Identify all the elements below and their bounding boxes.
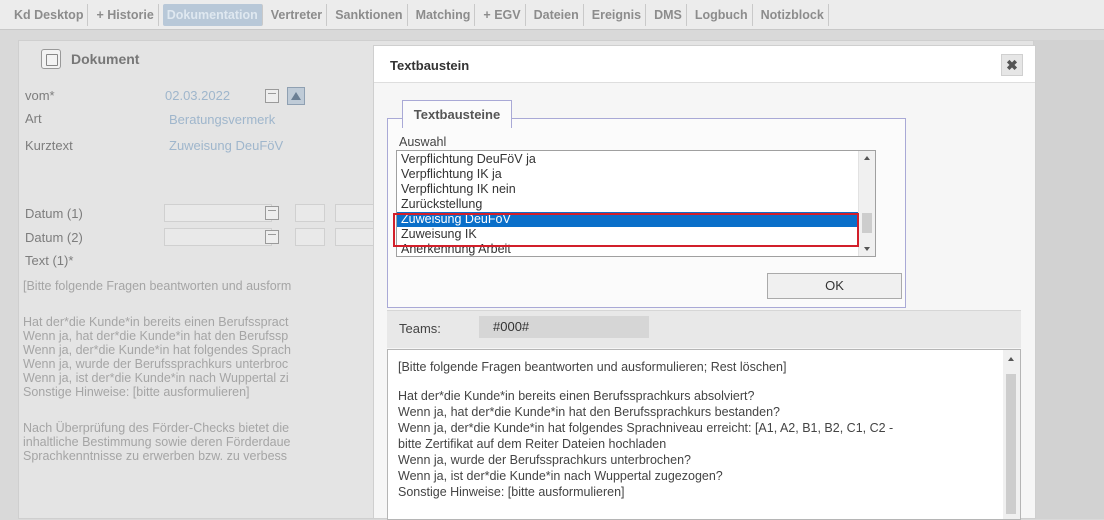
preview-line: bitte Zertifikat auf dem Reiter Dateien … <box>398 437 667 451</box>
tab-dms[interactable]: DMS <box>650 3 687 26</box>
preview-line: Wenn ja, ist der*die Kunde*in nach Wuppe… <box>398 469 723 483</box>
calendar-icon[interactable] <box>265 230 279 244</box>
preview-line: Wenn ja, hat der*die Kunde*in hat den Be… <box>398 405 780 419</box>
main-tab-bar: Kd Desktop + Historie Dokumentation Vert… <box>0 0 1104 30</box>
auswahl-label: Auswahl <box>399 135 447 149</box>
document-text-line: inhaltliche Bestimmung sowie deren Förde… <box>23 435 291 449</box>
document-text-line: Sprachkenntnisse zu erwerben bzw. zu ver… <box>23 449 288 463</box>
scroll-down-icon[interactable] <box>864 247 870 251</box>
preview-textarea[interactable]: [Bitte folgende Fragen beantworten und a… <box>387 349 1021 520</box>
document-text-line: Wenn ja, der*die Kunde*in hat folgendes … <box>23 343 292 357</box>
close-button[interactable]: ✖ <box>1001 54 1023 76</box>
kurztext-label: Kurztext <box>25 138 73 153</box>
vom-label: vom* <box>25 88 55 103</box>
tab-egv[interactable]: + EGV <box>479 3 526 26</box>
ok-button[interactable]: OK <box>767 273 902 299</box>
scrollbar-thumb[interactable] <box>862 213 872 233</box>
listbox-scrollbar[interactable] <box>858 151 875 256</box>
datum2-extra-field[interactable] <box>335 228 375 246</box>
datum1-time-field[interactable] <box>295 204 325 222</box>
preview-line: Sonstige Hinweise: [bitte ausformulieren… <box>398 485 625 499</box>
scroll-up-icon[interactable] <box>864 156 870 160</box>
scrollbar-thumb[interactable] <box>1006 374 1016 514</box>
datum2-field[interactable] <box>164 228 272 246</box>
document-header: Dokument <box>41 44 191 74</box>
tab-notizblock[interactable]: Notizblock <box>757 3 829 26</box>
preview-line: Hat der*die Kunde*in bereits einen Beruf… <box>398 389 755 403</box>
tab-sanktionen[interactable]: Sanktionen <box>331 3 408 26</box>
teams-field: #000# <box>479 316 649 338</box>
list-item[interactable]: Verpflichtung IK nein <box>397 182 859 197</box>
tab-logbuch[interactable]: Logbuch <box>691 3 753 26</box>
calendar-icon[interactable] <box>265 89 279 103</box>
datum1-field[interactable] <box>164 204 272 222</box>
teams-row: Teams: #000# <box>387 310 1021 348</box>
art-field[interactable]: Beratungsvermerk <box>169 112 275 127</box>
textbaustein-dialog: Textbaustein ✖ Textbausteine Auswahl Ver… <box>373 45 1036 520</box>
eraser-icon[interactable] <box>287 87 305 105</box>
tab-dateien[interactable]: Dateien <box>530 3 584 26</box>
teams-label: Teams: <box>399 321 441 336</box>
datum1-extra-field[interactable] <box>335 204 375 222</box>
document-text-line: Wenn ja, hat der*die Kunde*in hat den Be… <box>23 329 289 343</box>
document-title: Dokument <box>71 51 140 67</box>
tab-dokumentation[interactable]: Dokumentation <box>162 3 263 26</box>
text1-label: Text (1)* <box>25 253 74 268</box>
preview-line: Wenn ja, der*die Kunde*in hat folgendes … <box>398 421 894 435</box>
textarea-scrollbar[interactable] <box>1003 350 1020 519</box>
preview-line: [Bitte folgende Fragen beantworten und a… <box>398 360 787 374</box>
art-label: Art <box>25 111 42 126</box>
calendar-icon[interactable] <box>265 206 279 220</box>
dialog-header: Textbaustein ✖ <box>374 46 1035 83</box>
document-text-line: [Bitte folgende Fragen beantworten und a… <box>23 279 292 293</box>
document-text-line: Nach Überprüfung des Förder-Checks biete… <box>23 421 290 435</box>
document-text-line: Wenn ja, wurde der Berufssprachkurs unte… <box>23 357 289 371</box>
tab-kd-desktop[interactable]: Kd Desktop <box>10 3 89 26</box>
list-item[interactable]: Verpflichtung IK ja <box>397 167 859 182</box>
list-item[interactable]: Zurückstellung <box>397 197 859 212</box>
tab-vertreter[interactable]: Vertreter <box>267 3 328 26</box>
dialog-title: Textbaustein <box>390 58 470 73</box>
list-item[interactable]: Verpflichtung DeuFöV ja <box>397 152 859 167</box>
scroll-up-icon[interactable] <box>1008 357 1014 361</box>
tab-textbausteine[interactable]: Textbausteine <box>402 100 512 128</box>
datum2-label: Datum (2) <box>25 230 83 245</box>
right-side-panel <box>1034 40 1104 519</box>
document-text-line: Wenn ja, ist der*die Kunde*in nach Wuppe… <box>23 371 289 385</box>
document-icon <box>41 49 61 69</box>
document-text-line: Sonstige Hinweise: [bitte ausformulieren… <box>23 385 250 399</box>
datum2-time-field[interactable] <box>295 228 325 246</box>
selection-highlight-outline <box>393 213 859 247</box>
datum1-label: Datum (1) <box>25 206 83 221</box>
tab-matching[interactable]: Matching <box>412 3 476 26</box>
tab-historie[interactable]: + Historie <box>92 3 159 26</box>
document-text-line: Hat der*die Kunde*in bereits einen Beruf… <box>23 315 289 329</box>
tab-ereignis[interactable]: Ereignis <box>588 3 647 26</box>
vom-date-field[interactable]: 02.03.2022 <box>165 88 230 103</box>
kurztext-field[interactable]: Zuweisung DeuFöV <box>169 138 283 153</box>
preview-line: Wenn ja, wurde der Berufssprachkurs unte… <box>398 453 691 467</box>
